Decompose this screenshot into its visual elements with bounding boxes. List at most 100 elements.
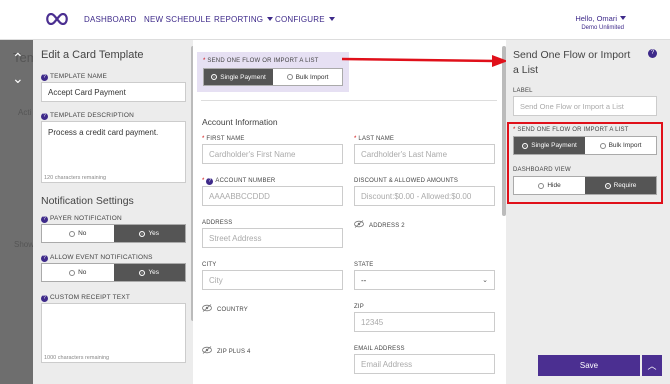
payer-yes-label: Yes <box>148 230 160 237</box>
template-name-input[interactable]: Accept Card Payment <box>41 82 186 102</box>
account-number-label-text: ACCOUNT NUMBER <box>215 178 276 184</box>
payer-toggle: No Yes <box>41 224 186 243</box>
template-desc-textarea[interactable]: Process a credit card payment. <box>41 121 186 183</box>
bulk-import-option[interactable]: Bulk Import <box>273 69 342 85</box>
eye-off-icon[interactable] <box>202 304 212 312</box>
event-toggle: No Yes <box>41 263 186 282</box>
address-input[interactable]: Street Address <box>202 228 343 248</box>
payer-label: ? PAYER NOTIFICATION <box>41 215 122 223</box>
collapse-up-icon[interactable]: ⌃ <box>12 50 24 67</box>
single-payment-option[interactable]: Single Payment <box>204 69 273 85</box>
payer-yes-option[interactable]: Yes <box>113 225 185 242</box>
discount-label: DISCOUNT & ALLOWED AMOUNTS <box>354 178 459 184</box>
event-label: ? ALLOW EVENT NOTIFICATIONS <box>41 254 153 262</box>
zip-input[interactable]: 12345 <box>354 312 495 332</box>
single-payment-label: Single Payment <box>220 73 266 81</box>
help-icon[interactable]: ? <box>41 295 48 302</box>
user-menu[interactable]: Hello, Omari <box>575 14 626 23</box>
account-name: Demo Unlimited <box>581 25 624 31</box>
logo-icon[interactable] <box>45 13 69 25</box>
background-show: Show <box>14 240 35 249</box>
field-settings-title: Send One Flow or Import a List <box>513 49 631 76</box>
chevron-down-icon <box>620 16 626 20</box>
nav-new-schedule[interactable]: NEW SCHEDULE <box>144 15 211 24</box>
template-settings-panel: Edit a Card Template ? TEMPLATE NAME Acce… <box>33 40 193 384</box>
chevron-down-icon: ⌄ <box>482 277 488 284</box>
nav-configure-label: CONFIGURE <box>275 15 325 24</box>
receipt-textarea[interactable] <box>41 303 186 363</box>
account-number-placeholder: AAAABBCCDDD <box>209 191 270 201</box>
receipt-char-count: 1000 characters remaining <box>44 355 110 361</box>
eye-off-icon[interactable] <box>354 220 364 228</box>
nav-dashboard[interactable]: DASHBOARD <box>84 15 136 24</box>
help-icon[interactable]: ? <box>648 49 657 58</box>
chevron-up-icon: ︿ <box>647 361 657 371</box>
flow-toggle: Single Payment Bulk Import <box>203 68 343 86</box>
nav-reporting-label: REPORTING <box>214 15 264 24</box>
first-name-placeholder: Cardholder's First Name <box>209 149 296 159</box>
receipt-label-text: CUSTOM RECEIPT TEXT <box>50 294 131 301</box>
save-button[interactable]: Save <box>538 355 640 376</box>
event-yes-option[interactable]: Yes <box>113 264 185 281</box>
scroll-top-button[interactable]: ︿ <box>642 355 662 376</box>
help-icon[interactable]: ? <box>41 113 48 120</box>
address-placeholder: Street Address <box>209 233 262 243</box>
zip-label: ZIP <box>354 304 364 310</box>
template-name-label: ? TEMPLATE NAME <box>41 73 107 81</box>
nav-configure[interactable]: CONFIGURE <box>275 15 335 24</box>
radio-icon <box>69 230 76 237</box>
chevron-down-icon <box>328 17 335 21</box>
first-name-label-text: FIRST NAME <box>206 136 245 142</box>
city-placeholder: City <box>209 275 223 285</box>
template-name-label-text: TEMPLATE NAME <box>50 73 108 80</box>
template-desc-label-text: TEMPLATE DESCRIPTION <box>50 112 135 119</box>
event-no-option[interactable]: No <box>42 264 114 281</box>
form-preview-panel: * SEND ONE FLOW OR IMPORT A LIST Single … <box>193 40 506 384</box>
discount-placeholder: Discount:$0.00 - Allowed:$0.00 <box>361 191 472 201</box>
divider <box>201 100 497 101</box>
help-icon[interactable]: ? <box>206 178 214 185</box>
bulk-import-label: Bulk Import <box>295 73 329 81</box>
last-name-input[interactable]: Cardholder's Last Name <box>354 144 495 164</box>
eye-off-icon[interactable] <box>202 346 212 354</box>
event-yes-label: Yes <box>148 269 160 276</box>
background-actions: Acti <box>18 108 32 117</box>
flow-label-text: SEND ONE FLOW OR IMPORT A LIST <box>207 58 319 64</box>
first-name-input[interactable]: Cardholder's First Name <box>202 144 343 164</box>
email-input[interactable]: Email Address <box>354 354 495 374</box>
radio-icon <box>139 269 146 276</box>
label-placeholder: Send One Flow or Import a List <box>520 101 624 111</box>
annotation-arrow-icon <box>341 55 508 67</box>
collapse-down-icon[interactable]: ⌄ <box>12 70 24 87</box>
flow-label: * SEND ONE FLOW OR IMPORT A LIST <box>203 58 319 64</box>
address-label: ADDRESS <box>202 220 233 226</box>
payer-no-option[interactable]: No <box>42 225 114 242</box>
payer-label-text: PAYER NOTIFICATION <box>50 215 122 222</box>
desc-char-count: 120 characters remaining <box>44 175 107 181</box>
zip-placeholder: 12345 <box>361 317 384 327</box>
account-number-input[interactable]: AAAABBCCDDD <box>202 186 343 206</box>
help-icon[interactable]: ? <box>41 216 48 223</box>
zip-plus-hidden: ZIP PLUS 4 <box>202 346 251 355</box>
notification-title: Notification Settings <box>41 195 134 207</box>
radio-icon <box>286 74 293 80</box>
label-field-label: LABEL <box>513 88 533 94</box>
discount-input[interactable]: Discount:$0.00 - Allowed:$0.00 <box>354 186 495 206</box>
event-no-label: No <box>78 269 87 276</box>
city-input[interactable]: City <box>202 270 343 290</box>
state-label: STATE <box>354 262 374 268</box>
address2-label: ADDRESS 2 <box>369 223 405 229</box>
state-select[interactable]: -- ⌄ <box>354 270 495 290</box>
label-input[interactable]: Send One Flow or Import a List <box>513 96 657 116</box>
template-desc-label: ? TEMPLATE DESCRIPTION <box>41 112 134 120</box>
help-icon[interactable]: ? <box>41 74 48 81</box>
chevron-down-icon <box>267 17 274 21</box>
last-name-placeholder: Cardholder's Last Name <box>361 149 448 159</box>
nav-reporting[interactable]: REPORTING <box>214 15 274 24</box>
help-icon[interactable]: ? <box>41 255 48 262</box>
payer-no-label: No <box>78 230 87 237</box>
background-sidebar <box>0 40 36 384</box>
city-label: CITY <box>202 262 217 268</box>
section-title: Account Information <box>202 117 278 127</box>
receipt-label: ? CUSTOM RECEIPT TEXT <box>41 294 130 302</box>
